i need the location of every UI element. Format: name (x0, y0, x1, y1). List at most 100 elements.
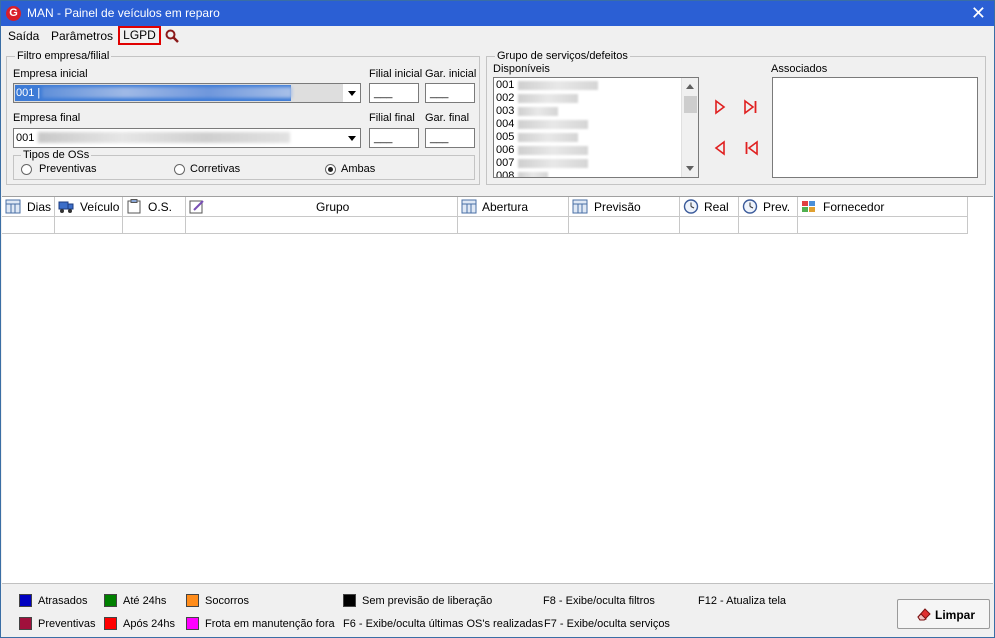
column-header-fornecedor[interactable]: Fornecedor (798, 197, 968, 217)
radio-corretivas[interactable] (174, 164, 185, 175)
gar-inicial-field[interactable]: ___ (425, 83, 475, 103)
column-header-dias[interactable]: Dias (2, 197, 55, 217)
radio-preventivas-label: Preventivas (39, 163, 97, 175)
shortcut-f6: F6 - Exibe/oculta últimas OS's realizada… (343, 618, 544, 630)
eraser-icon (917, 608, 931, 621)
radio-ambas[interactable] (325, 164, 336, 175)
empresa-inicial-value: 001 | (16, 87, 41, 99)
grid-cell[interactable] (123, 217, 186, 234)
app-logo-icon: G (6, 6, 21, 21)
list-item[interactable]: 005 (496, 131, 579, 144)
list-item[interactable]: 004 (496, 118, 589, 131)
list-item[interactable]: 002 (496, 92, 579, 105)
gar-final-label: Gar. final (425, 112, 470, 124)
scroll-thumb[interactable] (684, 96, 697, 113)
clipboard-icon (127, 199, 141, 214)
empresa-final-label: Empresa final (13, 112, 81, 124)
scroll-up-icon[interactable] (686, 84, 694, 89)
edit-icon (189, 200, 204, 214)
calendar-icon (461, 199, 477, 214)
radio-preventivas[interactable] (21, 164, 32, 175)
legend-swatch-atrasados (19, 594, 32, 607)
legend-swatch-sem-previsao (343, 594, 356, 607)
truck-icon (58, 201, 74, 213)
calendar-icon (5, 199, 21, 214)
list-item[interactable]: 006 (496, 144, 589, 157)
calendar-icon (572, 199, 588, 214)
empresa-inicial-label: Empresa inicial (13, 68, 88, 80)
legend-swatch-apos-24hs (104, 617, 117, 630)
filial-final-field[interactable]: ___ (369, 128, 419, 148)
menu-saida[interactable]: Saída (8, 29, 39, 43)
gar-inicial-label: Gar. inicial (425, 68, 477, 80)
grid-cell[interactable] (2, 217, 55, 234)
disponiveis-list[interactable]: 001 002 003 004 005 006 007 008 (493, 77, 699, 178)
filial-inicial-field[interactable]: ___ (369, 83, 419, 103)
column-header-veiculo[interactable]: Veículo (55, 197, 123, 217)
legend-swatch-preventivas (19, 617, 32, 630)
add-one-arrow-icon[interactable] (712, 99, 728, 115)
legend-label-sem-previsao: Sem previsão de liberação (362, 595, 493, 607)
empresa-inicial-combo[interactable]: 001 | (13, 83, 361, 103)
column-header-real[interactable]: Real (680, 197, 739, 217)
empresa-final-value: 001 (16, 132, 35, 144)
disponiveis-scrollbar[interactable] (681, 78, 698, 177)
filial-final-label: Filial final (369, 112, 415, 124)
associados-list[interactable] (772, 77, 978, 178)
column-header-os[interactable]: O.S. (123, 197, 186, 217)
grid-cell[interactable] (55, 217, 123, 234)
add-all-arrow-icon[interactable] (743, 99, 759, 115)
menu-parametros[interactable]: Parâmetros (51, 29, 113, 43)
legend-label-frota-fora: Frota em manutenção fora (205, 618, 335, 630)
veiculos-grid[interactable]: Dias Veículo O.S. Grupo Abertura Previsã… (2, 196, 993, 583)
list-item[interactable]: 007 (496, 157, 589, 170)
list-item[interactable]: 008 (496, 170, 549, 177)
grid-cell[interactable] (458, 217, 569, 234)
grid-cell[interactable] (739, 217, 798, 234)
supplier-icon (802, 201, 815, 212)
column-header-previsao[interactable]: Previsão (569, 197, 680, 217)
clock-icon (683, 199, 699, 214)
grid-cell[interactable] (798, 217, 968, 234)
list-item[interactable]: 003 (496, 105, 559, 118)
column-header-grupo[interactable]: Grupo (186, 197, 458, 217)
close-icon[interactable]: ✕ (971, 3, 986, 23)
radio-corretivas-label: Corretivas (190, 163, 241, 175)
legend-label-atrasados: Atrasados (38, 595, 88, 607)
column-header-prev[interactable]: Prev. (739, 197, 798, 217)
remove-one-arrow-icon[interactable] (712, 140, 728, 156)
filtro-legend: Filtro empresa/filial (15, 50, 112, 62)
remove-all-arrow-icon[interactable] (743, 140, 759, 156)
menu-lgpd[interactable]: LGPD (118, 26, 161, 45)
shortcut-f7: F7 - Exibe/oculta serviços (544, 618, 670, 630)
legend-swatch-ate-24hs (104, 594, 117, 607)
radio-ambas-label: Ambas (341, 163, 376, 175)
legend-swatch-socorros (186, 594, 199, 607)
filial-inicial-label: Filial inicial (369, 68, 423, 80)
chevron-down-icon[interactable] (343, 129, 360, 147)
legend-label-preventivas: Preventivas (38, 618, 96, 630)
empresa-final-combo[interactable]: 001 (13, 128, 361, 148)
gar-final-field[interactable]: ___ (425, 128, 475, 148)
grupo-legend: Grupo de serviços/defeitos (495, 50, 630, 62)
scroll-down-icon[interactable] (686, 166, 694, 171)
menu-bar: Saída Parâmetros LGPD (1, 26, 994, 46)
list-item[interactable]: 001 (496, 79, 599, 92)
legend-label-socorros: Socorros (205, 595, 250, 607)
grid-cell[interactable] (569, 217, 680, 234)
shortcut-f8: F8 - Exibe/oculta filtros (543, 595, 655, 607)
legend-label-apos-24hs: Após 24hs (123, 618, 175, 630)
shortcut-f12: F12 - Atualiza tela (698, 595, 787, 607)
search-icon[interactable] (165, 29, 179, 43)
associados-label: Associados (771, 63, 828, 75)
chevron-down-icon[interactable] (343, 84, 360, 102)
clock-icon (742, 199, 758, 214)
limpar-button[interactable]: Limpar (897, 599, 990, 629)
column-header-abertura[interactable]: Abertura (458, 197, 569, 217)
title-bar: G MAN - Painel de veículos em reparo ✕ (1, 1, 994, 26)
limpar-label: Limpar (935, 608, 976, 622)
grid-cell[interactable] (680, 217, 739, 234)
footer-legend: Atrasados Até 24hs Socorros Sem previsão… (2, 583, 993, 637)
grid-cell[interactable] (186, 217, 458, 234)
tipos-os-legend: Tipos de OSs (21, 149, 92, 161)
